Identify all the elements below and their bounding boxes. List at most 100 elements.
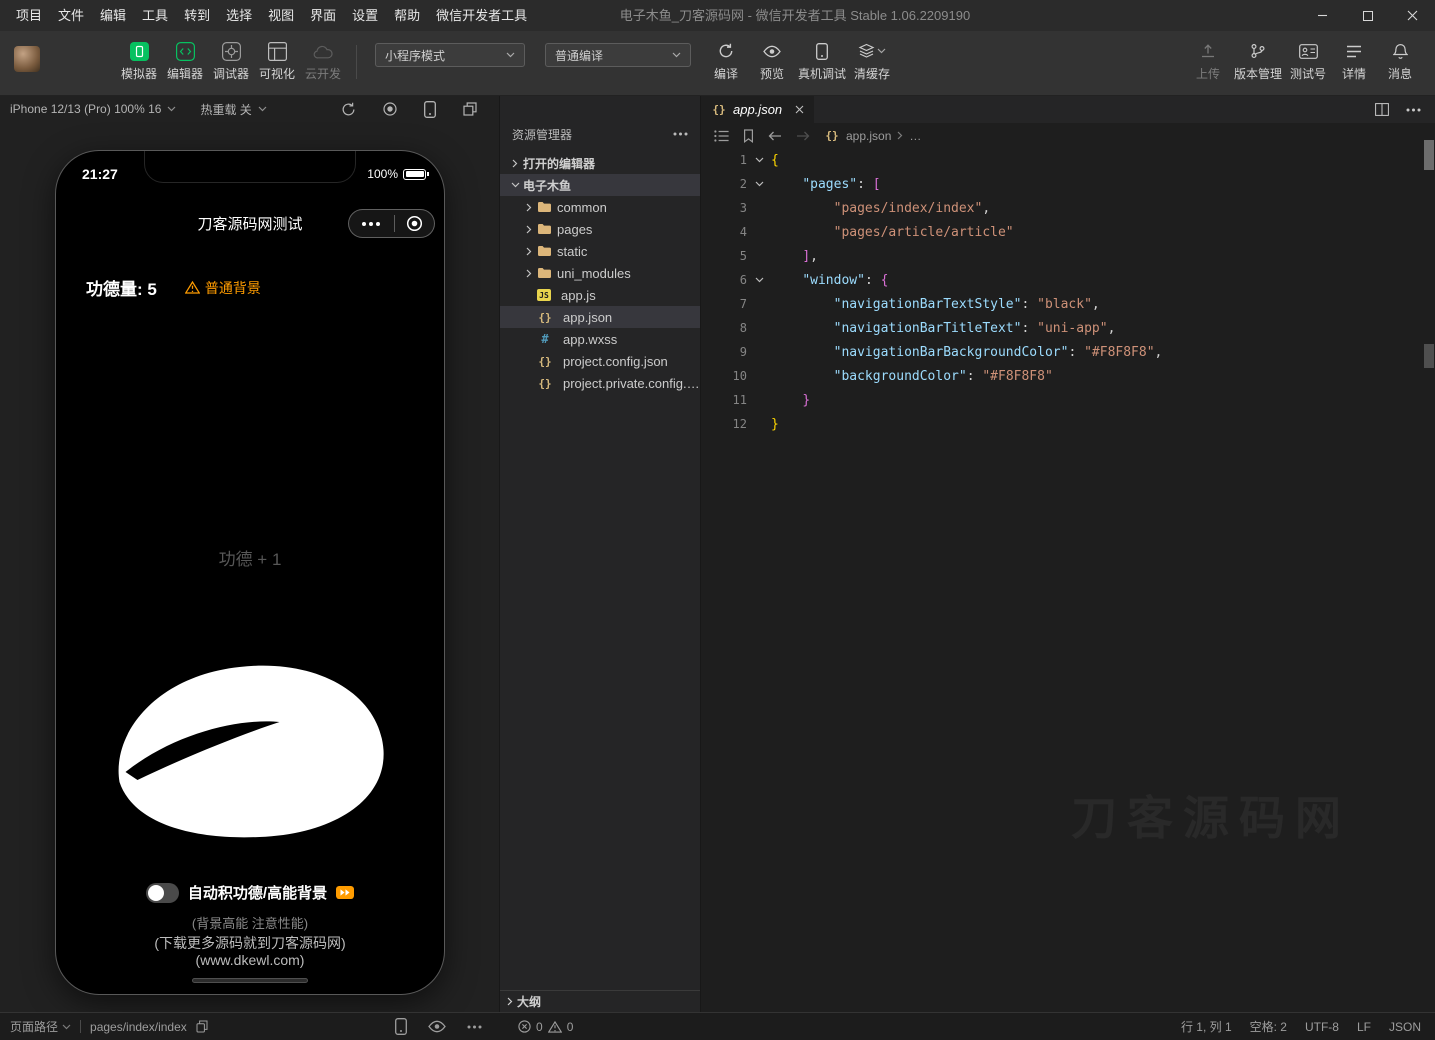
more-menu-icon[interactable]: [360, 221, 382, 227]
mode-select[interactable]: 小程序模式: [375, 43, 525, 67]
toolbar-button-cloud[interactable]: 云开发: [300, 41, 346, 82]
toolbar-button-card[interactable]: 测试号: [1285, 41, 1331, 82]
tree-item[interactable]: common: [500, 196, 700, 218]
toolbar-button-lines[interactable]: 详情: [1331, 41, 1377, 82]
exit-target-icon[interactable]: [406, 215, 423, 232]
menu-item[interactable]: 项目: [8, 0, 50, 31]
code-line[interactable]: 11 }: [701, 388, 1421, 412]
file-tree: 打开的编辑器电子木鱼commonpagesstaticuni_modulesJS…: [500, 152, 700, 394]
statusbar-item[interactable]: 空格: 2: [1250, 1018, 1287, 1035]
minimize-button[interactable]: [1300, 0, 1345, 31]
code-line[interactable]: 3 "pages/index/index",: [701, 196, 1421, 220]
debugger-icon: [222, 42, 241, 61]
outline-toggle-icon[interactable]: [714, 130, 729, 142]
code-line[interactable]: 12}: [701, 412, 1421, 436]
code-line[interactable]: 8 "navigationBarTitleText": "uni-app",: [701, 316, 1421, 340]
toolbar-button-bell[interactable]: 消息: [1377, 41, 1423, 82]
toolbar-button-eye[interactable]: 预览: [749, 41, 795, 82]
more-icon[interactable]: [673, 132, 688, 136]
multi-window-icon[interactable]: [463, 101, 477, 118]
rotate-icon[interactable]: [341, 101, 356, 118]
wooden-fish[interactable]: [108, 634, 393, 854]
more-icon[interactable]: [467, 1018, 482, 1035]
close-tab-icon[interactable]: [795, 105, 804, 114]
outline-section[interactable]: 大纲: [500, 990, 700, 1012]
code-line[interactable]: 2 "pages": [: [701, 172, 1421, 196]
code-line[interactable]: 7 "navigationBarTextStyle": "black",: [701, 292, 1421, 316]
copy-path-icon[interactable]: [196, 1020, 208, 1033]
problems-indicator[interactable]: 0 0: [500, 1020, 701, 1034]
menu-item[interactable]: 界面: [302, 0, 344, 31]
toolbar-button-stack[interactable]: 清缓存: [849, 41, 895, 82]
statusbar-item[interactable]: JSON: [1389, 1018, 1421, 1035]
tree-item[interactable]: JSapp.js: [500, 284, 700, 306]
json-file-icon: {}: [537, 309, 558, 325]
breadcrumb[interactable]: {} app.json …: [824, 128, 921, 144]
editor-scrollbar[interactable]: [1423, 123, 1435, 1012]
home-indicator[interactable]: [192, 978, 308, 983]
split-editor-icon[interactable]: [1375, 103, 1389, 116]
maximize-button[interactable]: [1345, 0, 1390, 31]
code-line[interactable]: 1{: [701, 148, 1421, 172]
preview-eye-icon[interactable]: [428, 1018, 446, 1035]
toolbar-button-visual[interactable]: 可视化: [254, 41, 300, 82]
avatar[interactable]: [14, 46, 40, 72]
auto-merit-toggle[interactable]: [146, 883, 179, 903]
code-line[interactable]: 6 "window": {: [701, 268, 1421, 292]
menu-item[interactable]: 设置: [344, 0, 386, 31]
tree-item[interactable]: uni_modules: [500, 262, 700, 284]
code-line[interactable]: 4 "pages/article/article": [701, 220, 1421, 244]
tab-app-json[interactable]: {} app.json: [701, 96, 814, 123]
fold-chevron-icon[interactable]: [747, 277, 771, 283]
tree-item[interactable]: 电子木鱼: [500, 174, 700, 196]
toolbar-button-branch[interactable]: 版本管理: [1231, 41, 1285, 82]
tree-item[interactable]: {}project.private.config.js...: [500, 372, 700, 394]
toolbar-button-editor[interactable]: 编辑器: [162, 41, 208, 82]
menu-item[interactable]: 文件: [50, 0, 92, 31]
code-line[interactable]: 9 "navigationBarBackgroundColor": "#F8F8…: [701, 340, 1421, 364]
compile-mode-select[interactable]: 普通编译: [545, 43, 691, 67]
tree-item[interactable]: {}app.json: [500, 306, 700, 328]
tree-item[interactable]: 打开的编辑器: [500, 152, 700, 174]
toggle-knob: [148, 885, 164, 901]
menu-item[interactable]: 视图: [260, 0, 302, 31]
device-debug-icon[interactable]: [395, 1018, 407, 1035]
menu-item[interactable]: 帮助: [386, 0, 428, 31]
tree-item[interactable]: static: [500, 240, 700, 262]
breadcrumb-file: app.json: [846, 129, 891, 143]
record-icon[interactable]: [383, 101, 397, 118]
hot-reload-select[interactable]: 热重载 关: [200, 101, 266, 118]
bookmark-icon[interactable]: [743, 129, 754, 143]
line-number: 12: [701, 417, 747, 431]
nav-forward-icon[interactable]: [796, 130, 810, 142]
code-line[interactable]: 5 ],: [701, 244, 1421, 268]
menu-item[interactable]: 编辑: [92, 0, 134, 31]
page-path-label[interactable]: 页面路径: [10, 1018, 71, 1035]
tree-item[interactable]: #app.wxss: [500, 328, 700, 350]
device-select[interactable]: iPhone 12/13 (Pro) 100% 16: [10, 102, 176, 116]
toolbar-button-debugger[interactable]: 调试器: [208, 41, 254, 82]
statusbar-item[interactable]: LF: [1357, 1018, 1371, 1035]
close-button[interactable]: [1390, 0, 1435, 31]
scrollbar-thumb[interactable]: [1424, 140, 1434, 170]
fold-chevron-icon[interactable]: [747, 181, 771, 187]
more-icon[interactable]: [1406, 108, 1421, 112]
menu-item[interactable]: 工具: [134, 0, 176, 31]
page-path-value[interactable]: pages/index/index: [90, 1020, 187, 1034]
warning-count: 0: [567, 1020, 574, 1034]
nav-back-icon[interactable]: [768, 130, 782, 142]
fold-chevron-icon[interactable]: [747, 157, 771, 163]
device-frame-icon[interactable]: [424, 101, 436, 118]
tree-item[interactable]: {}project.config.json: [500, 350, 700, 372]
toolbar-button-upload[interactable]: 上传: [1185, 41, 1231, 82]
tree-item[interactable]: pages: [500, 218, 700, 240]
menu-item[interactable]: 选择: [218, 0, 260, 31]
menu-item[interactable]: 转到: [176, 0, 218, 31]
boost-icon[interactable]: [336, 886, 354, 899]
toolbar-button-compile[interactable]: 编译: [703, 41, 749, 82]
statusbar-item[interactable]: UTF-8: [1305, 1018, 1339, 1035]
toolbar-button-simulator[interactable]: 模拟器: [116, 41, 162, 82]
code-line[interactable]: 10 "backgroundColor": "#F8F8F8": [701, 364, 1421, 388]
toolbar-button-device[interactable]: 真机调试: [795, 41, 849, 82]
statusbar-item[interactable]: 行 1, 列 1: [1181, 1018, 1232, 1035]
